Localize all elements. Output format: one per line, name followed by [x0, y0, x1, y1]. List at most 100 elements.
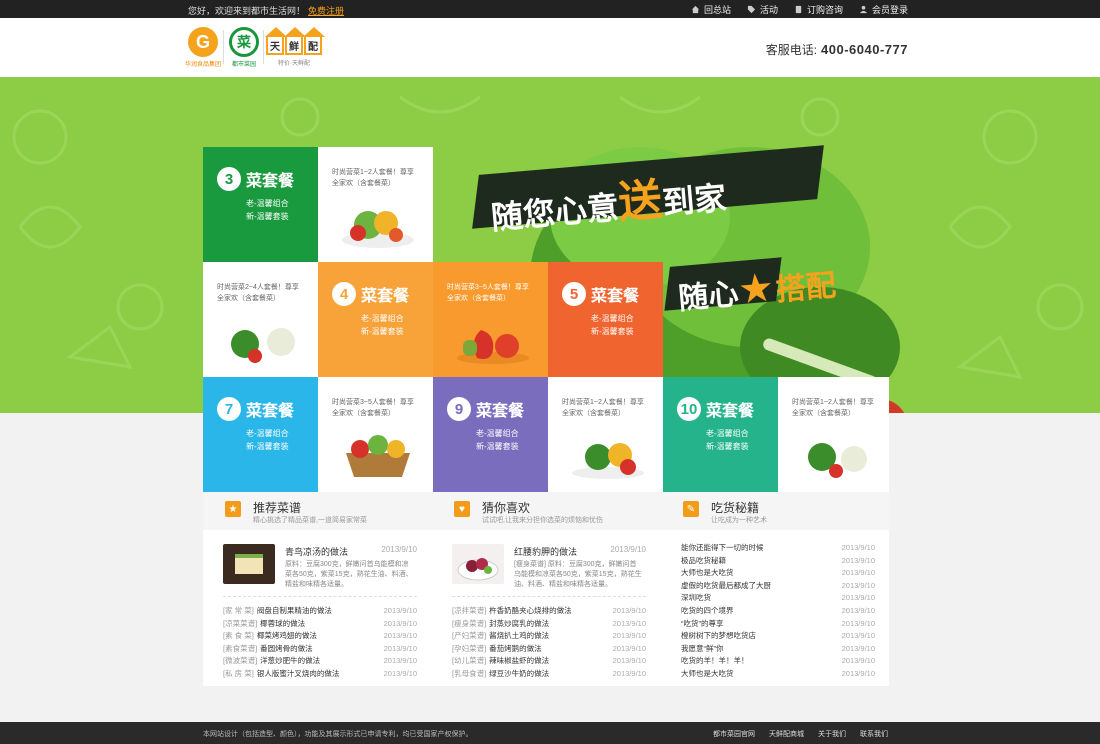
tianxianpei-logo[interactable]: 天 鲜 配 特价·天鲜配 — [264, 27, 325, 67]
home-link[interactable]: 回总站 — [691, 3, 731, 16]
consult-link[interactable]: 订购咨询 — [794, 3, 843, 16]
package-7-photo[interactable]: 时尚营菜3~5人套餐！尊享全家欢（含套餐菜） — [318, 377, 433, 492]
list-title[interactable]: 大师也是大吃货 — [681, 568, 734, 577]
list-item[interactable]: [产妇菜谱] 酱烧扒土鸡的做法 2013/9/10 — [452, 630, 646, 643]
package-4-photo[interactable]: 时尚营菜2~4人套餐！尊享全家欢（含套餐菜） — [203, 262, 318, 377]
tianxianpei-logo-caption: 特价·天鲜配 — [278, 61, 310, 67]
list-category: [素食菜谱] — [223, 643, 258, 653]
list-title[interactable]: 绿豆沙牛奶的做法 — [489, 669, 549, 678]
list-title[interactable]: 封蒸炒腐乳的做法 — [489, 619, 549, 628]
list-item[interactable]: 大师也是大吃货 2013/9/10 — [681, 668, 875, 681]
package-3-tile[interactable]: 3 菜套餐 老-温馨组合 新-温馨套装 — [203, 147, 318, 262]
section-title[interactable]: 猜你喜欢 — [482, 499, 530, 516]
register-link[interactable]: 免费注册 — [308, 6, 344, 16]
list-item[interactable]: [乳母食谱] 绿豆沙牛奶的做法 2013/9/10 — [452, 668, 646, 681]
list-title[interactable]: 洋葱炒肥牛的做法 — [260, 656, 320, 665]
package-10-photo[interactable]: 时尚营菜1~2人套餐！尊享全家欢（含套餐菜） — [778, 377, 889, 492]
list-item[interactable]: [素 食 菜] 椰菜烤鸡翅的做法 2013/9/10 — [223, 630, 417, 643]
featured-recipe[interactable]: 红腰豹胛的做法 2013/9/10 [瘦身菜谱] 原料：豆腐300克，鲜嫩问首乌… — [452, 544, 646, 600]
package-line: 老-温馨组合 — [246, 199, 289, 208]
list-date: 2013/9/10 — [612, 606, 646, 615]
package-9-tile[interactable]: 9 菜套餐 老-温馨组合 新-温馨套装 — [433, 377, 548, 492]
list-item[interactable]: 橙树树下的梦想吃货店 2013/9/10 — [681, 630, 875, 643]
footer-link[interactable]: 关于我们 — [818, 729, 846, 739]
user-icon — [859, 5, 868, 14]
list-item[interactable]: [瘦身菜谱] 封蒸炒腐乳的做法 2013/9/10 — [452, 618, 646, 631]
package-number: 10 — [677, 397, 701, 421]
list-item[interactable]: 极品吃货秘籍 2013/9/10 — [681, 555, 875, 568]
package-subtitle: 老-温馨组合 新-温馨套装 — [591, 312, 634, 338]
list-title[interactable]: 银人版蜜汁叉烧肉的做法 — [257, 669, 340, 678]
section-subtitle: 让吃成为一种艺术 — [711, 517, 767, 524]
list-title[interactable]: 吃货的四个境界 — [681, 606, 734, 615]
list-item[interactable]: [家 常 菜] 阀盘自制果精油的做法 2013/9/10 — [223, 605, 417, 618]
list-title[interactable]: “吃货”的尊享 — [681, 619, 724, 628]
foodie-tips-section: ✎ 吃货秘籍 让吃成为一种艺术 能你还能得下一切的时候 2013/9/10 极品吃… — [661, 492, 890, 686]
package-10-tile[interactable]: 10 菜套餐 老-温馨组合 新-温馨套装 — [663, 377, 778, 492]
list-item[interactable]: 大师也是大吃货 2013/9/10 — [681, 567, 875, 580]
caiyuan-logo[interactable]: 菜 都市菜园 — [226, 27, 262, 68]
list-title[interactable]: 橙树树下的梦想吃货店 — [681, 631, 756, 640]
list-title[interactable]: 椰菜烤鸡翅的做法 — [257, 631, 317, 640]
package-4-tile[interactable]: 4 菜套餐 老-温馨组合 新-温馨套装 — [318, 262, 433, 377]
list-date: 2013/9/10 — [841, 668, 875, 678]
list-item[interactable]: [素食菜谱] 番圆烤骨的做法 2013/9/10 — [223, 643, 417, 656]
section-title[interactable]: 推荐菜谱 — [253, 499, 301, 516]
section-title[interactable]: 吃货秘籍 — [711, 499, 759, 516]
list-title[interactable]: 辣味椒盐虾的做法 — [489, 656, 549, 665]
list-title[interactable]: 番茄烤鹅的做法 — [489, 644, 542, 653]
section-subtitle: 精心挑选了精品菜谱,一道简易家常菜 — [253, 517, 367, 524]
divider — [452, 596, 646, 597]
package-7-tile[interactable]: 7 菜套餐 老-温馨组合 新-温馨套装 — [203, 377, 318, 492]
featured-recipe[interactable]: 青鸟凉汤的做法 2013/9/10 原料：豆腐300克，鲜嫩问首乌能模和凉菜各5… — [223, 544, 417, 600]
list-item[interactable]: [微波菜谱] 洋葱炒肥牛的做法 2013/9/10 — [223, 655, 417, 668]
list-item[interactable]: 吃货的羊！羊！羊！ 2013/9/10 — [681, 655, 875, 668]
list-title[interactable]: 大师也是大吃货 — [681, 669, 734, 678]
list-item[interactable]: “吃货”的尊享 2013/9/10 — [681, 618, 875, 631]
featured-title[interactable]: 红腰豹胛的做法 — [514, 545, 577, 558]
list-item[interactable]: [孕妇菜谱] 番茄烤鹅的做法 2013/9/10 — [452, 643, 646, 656]
login-link[interactable]: 会员登录 — [859, 3, 908, 16]
list-title[interactable]: 阀盘自制果精油的做法 — [257, 606, 332, 615]
featured-title[interactable]: 青鸟凉汤的做法 — [285, 545, 348, 558]
list-category: [乳母食谱] — [452, 668, 487, 678]
peppers-image — [457, 330, 529, 364]
package-5-photo[interactable]: 时尚营菜3~5人套餐！尊享全家欢（含套餐菜） — [433, 262, 548, 377]
list-item[interactable]: 虚假的吃货最后都成了大厨 2013/9/10 — [681, 580, 875, 593]
featured-date: 2013/9/10 — [381, 545, 417, 554]
package-description: 时尚营菜3~5人套餐！尊享全家欢（含套餐菜） — [447, 284, 529, 302]
package-subtitle: 老-温馨组合 新-温馨套装 — [246, 427, 289, 453]
list-title[interactable]: 吃货的羊！羊！羊！ — [681, 656, 749, 665]
list-item[interactable]: [私 房 菜] 银人版蜜汁叉烧肉的做法 2013/9/10 — [223, 668, 417, 681]
list-item[interactable]: 吃货的四个境界 2013/9/10 — [681, 605, 875, 618]
package-subtitle: 老-温馨组合 新-温馨套装 — [246, 197, 289, 223]
package-title: 7 菜套餐 — [217, 397, 294, 421]
huarun-logo[interactable]: G 华润食品集团 — [185, 27, 221, 68]
list-date: 2013/9/10 — [841, 580, 875, 590]
list-item[interactable]: 深圳吃货 2013/9/10 — [681, 592, 875, 605]
list-title[interactable]: 深圳吃货 — [681, 593, 711, 602]
list-title[interactable]: 椰蓉球的做法 — [260, 619, 305, 628]
list-title[interactable]: 番圆烤骨的做法 — [260, 644, 313, 653]
footer-link[interactable]: 都市菜园官网 — [713, 729, 755, 739]
list-date: 2013/9/10 — [383, 643, 417, 653]
footer-link[interactable]: 联系我们 — [860, 729, 888, 739]
activity-link[interactable]: 活动 — [747, 3, 778, 16]
list-date: 2013/9/10 — [841, 605, 875, 615]
list-item[interactable]: [凉菜菜谱] 椰蓉球的做法 2013/9/10 — [223, 618, 417, 631]
list-item[interactable]: 我愿意“鲜”你 2013/9/10 — [681, 643, 875, 656]
list-title[interactable]: 酱烧扒土鸡的做法 — [489, 631, 549, 640]
list-title[interactable]: 极品吃货秘籍 — [681, 556, 726, 565]
footer-link[interactable]: 天鲜配商城 — [769, 729, 804, 739]
list-title[interactable]: 虚假的吃货最后都成了大厨 — [681, 581, 771, 590]
list-item[interactable]: [凉拌菜谱] 杵香奶酪夹心烧排的做法 2013/9/10 — [452, 605, 646, 618]
list-title[interactable]: 我愿意“鲜”你 — [681, 644, 724, 653]
package-5-tile[interactable]: 5 菜套餐 老-温馨组合 新-温馨套装 — [548, 262, 663, 377]
list-title[interactable]: 杵香奶酪夹心烧排的做法 — [489, 606, 572, 615]
list-item[interactable]: 能你还能得下一切的时候 2013/9/10 — [681, 542, 875, 555]
list-item[interactable]: [幼儿菜谱] 辣味椒盐虾的做法 2013/9/10 — [452, 655, 646, 668]
list-title[interactable]: 能你还能得下一切的时候 — [681, 543, 764, 552]
package-3-photo[interactable]: 时尚营菜1~2人套餐！尊享全家欢（含套餐菜） — [318, 147, 433, 262]
package-9-photo[interactable]: 时尚营菜1~2人套餐！尊享全家欢（含套餐菜） — [548, 377, 663, 492]
package-line: 老-温馨组合 — [246, 429, 289, 438]
